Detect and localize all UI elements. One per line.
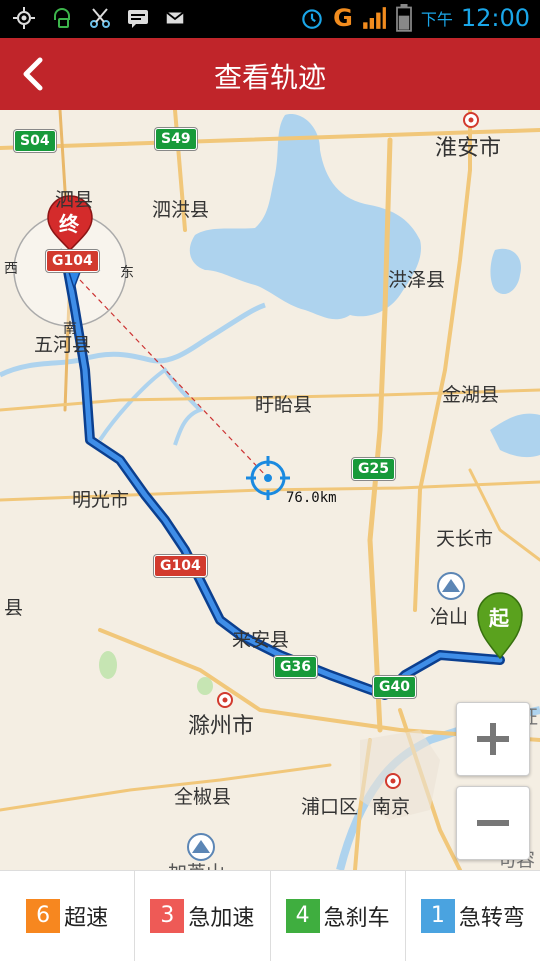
legend-hard-braking[interactable]: 4 急刹车 (271, 871, 406, 961)
place-chuzhou: 滁州市 (188, 714, 255, 739)
status-time: 12:00 (460, 4, 530, 32)
place-bottom-cut: 加芦山 (168, 858, 225, 870)
minus-icon (477, 820, 509, 826)
distance-label: 76.0km (286, 490, 337, 506)
nanjing-city-icon (385, 773, 401, 789)
braking-label: 急刹车 (323, 906, 390, 931)
mail-icon (166, 11, 184, 24)
zoom-out-button[interactable] (456, 786, 530, 860)
place-mingguang: 明光市 (72, 489, 130, 511)
turn-label: 急转弯 (458, 906, 525, 931)
place-sihong: 泗洪县 (152, 199, 210, 221)
alarm-icon (302, 9, 322, 29)
river-branch (98, 367, 204, 446)
speeding-count-badge: 6 (26, 899, 61, 933)
legend-speeding[interactable]: 6 超速 (0, 871, 136, 961)
right-lake (490, 413, 540, 458)
place-jinhu: 金湖县 (442, 384, 500, 406)
place-xuyi: 盱眙县 (255, 394, 313, 416)
title-bar: 查看轨迹 (0, 38, 540, 110)
yeshan-mountain-icon (437, 572, 465, 600)
plus-icon (477, 723, 509, 755)
message-icon (128, 10, 148, 28)
status-icons-right: G 下午 12:00 (299, 4, 530, 32)
place-left-edge: 县 (4, 597, 24, 619)
road-g36: G36 (274, 656, 317, 678)
place-nanjing: 南京 (372, 796, 411, 818)
crosshair-icon (246, 456, 290, 500)
green-patch-1 (99, 651, 117, 679)
headset-lock-icon (54, 8, 70, 28)
event-legend-bar: 6 超速 3 急加速 4 急刹车 1 急转弯 (0, 870, 540, 961)
place-hongze: 洪泽县 (388, 269, 446, 291)
start-marker-label: 起 (489, 606, 509, 630)
green-patch-2 (197, 677, 213, 695)
road-s04: S04 (14, 130, 56, 152)
legend-hard-acceleration[interactable]: 3 急加速 (135, 871, 271, 961)
jialushan-mountain-icon (187, 833, 215, 861)
acceleration-count-badge: 3 (150, 899, 185, 933)
road-g40: G40 (373, 676, 416, 698)
compass-west: 西 (4, 261, 18, 277)
network-type: G (333, 4, 353, 32)
road-s49: S49 (155, 128, 197, 150)
status-bar: G 下午 12:00 (0, 0, 540, 38)
turn-count-badge: 1 (420, 899, 455, 933)
place-tianchang: 天长市 (436, 528, 494, 550)
end-marker-label: 终 (59, 212, 79, 236)
place-yeshan: 冶山 (430, 606, 469, 628)
compass-east: 东 (120, 265, 134, 281)
road-g25: G25 (352, 458, 395, 480)
zoom-in-button[interactable] (456, 702, 530, 776)
status-icons-left (12, 6, 186, 30)
status-ampm: 下午 (420, 10, 453, 29)
acceleration-label: 急加速 (188, 906, 255, 931)
place-wuhe: 五河县 (34, 334, 92, 356)
small-lake (490, 248, 521, 295)
page-title: 查看轨迹 (213, 61, 326, 94)
gps-icon (13, 7, 35, 29)
road-g104-top: G104 (46, 250, 99, 272)
map-view[interactable]: 终 起 西 东 南 淮安市 泗县 泗洪县 洪泽县 五河县 盱眙县 金湖县 明光市… (0, 110, 540, 870)
road-g104: G104 (154, 555, 207, 577)
braking-count-badge: 4 (285, 899, 320, 933)
battery-icon (395, 4, 412, 32)
place-laian: 来安县 (232, 629, 290, 651)
scissors-icon (90, 8, 110, 28)
chuzhou-city-icon (217, 692, 233, 708)
huaian-city-icon (463, 112, 479, 128)
place-quanjiao: 全椒县 (174, 786, 232, 808)
signal-icon (362, 7, 386, 29)
place-sixian: 泗县 (55, 189, 94, 211)
speeding-label: 超速 (64, 906, 109, 931)
legend-sharp-turn[interactable]: 1 急转弯 (406, 871, 540, 961)
place-huaian: 淮安市 (435, 136, 502, 161)
place-pukou: 浦口区 (301, 796, 359, 818)
